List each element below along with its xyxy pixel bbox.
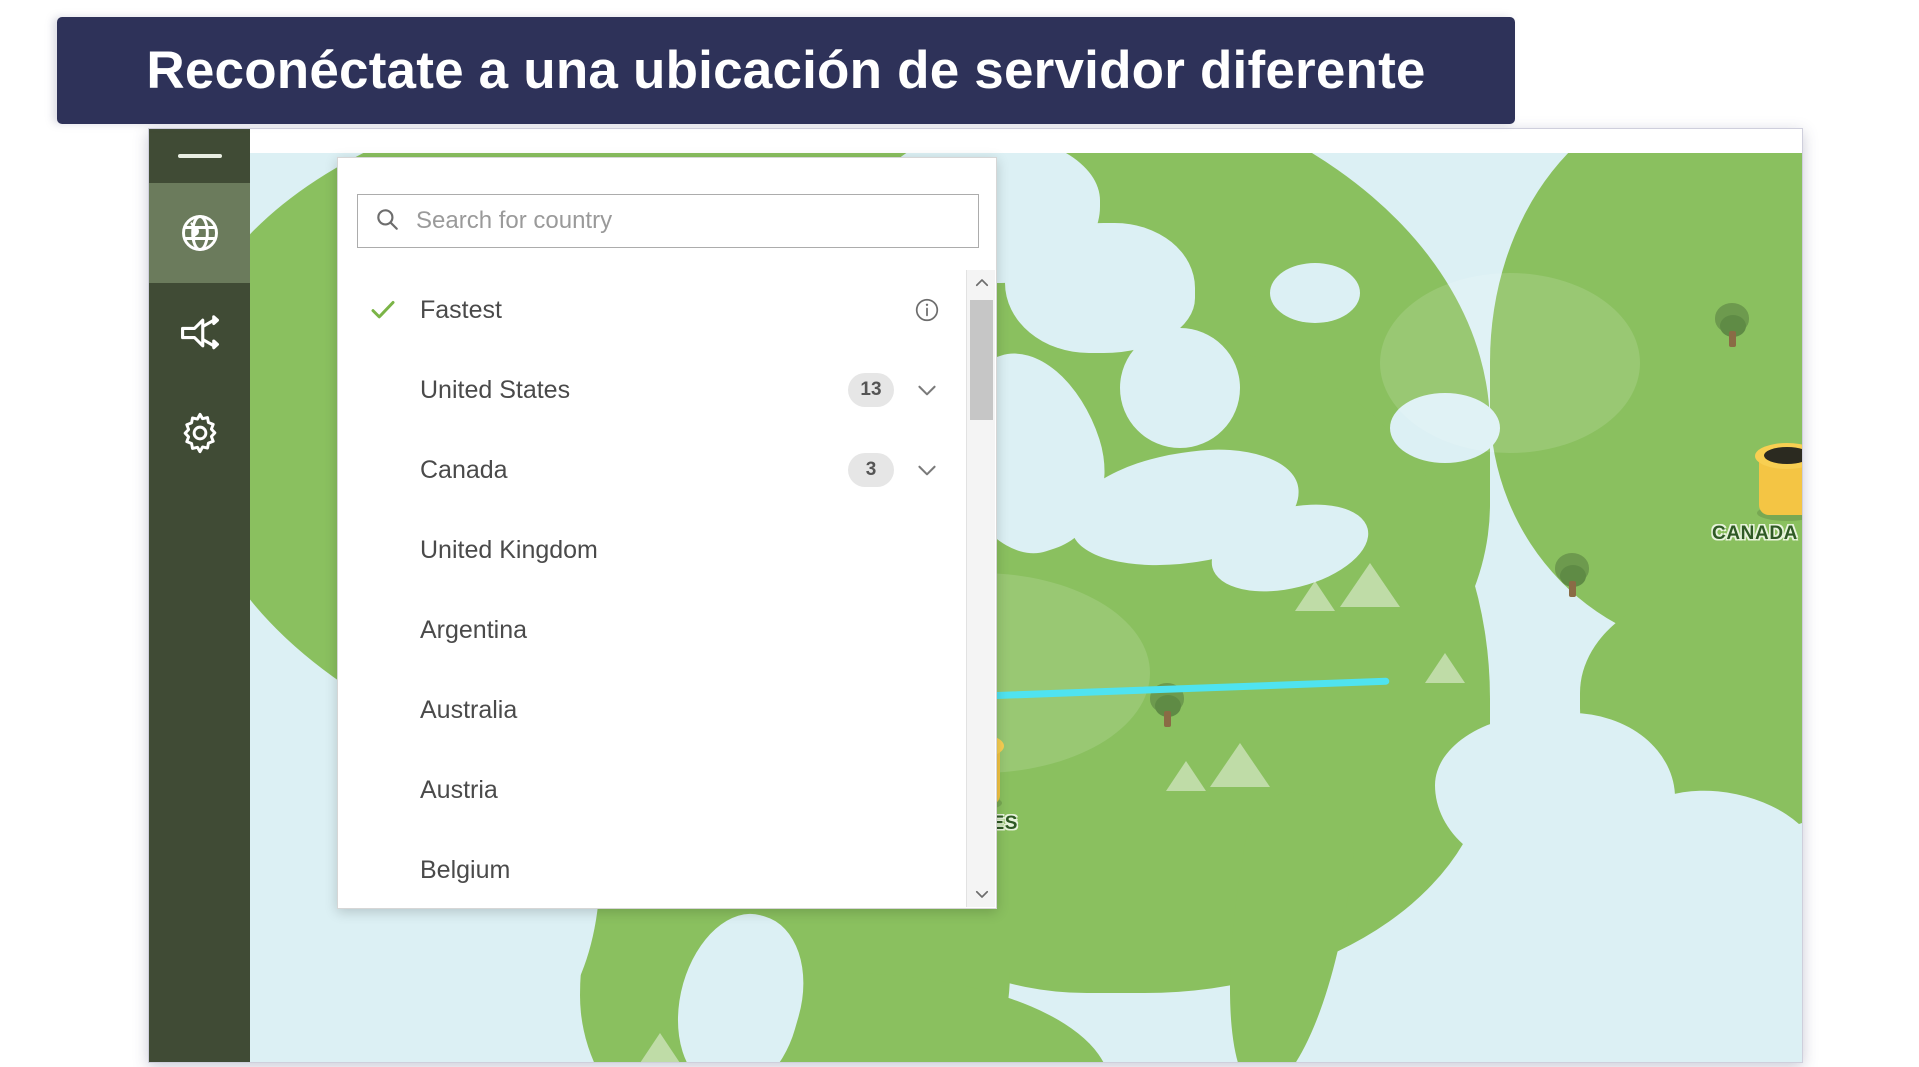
list-item-austria[interactable]: Austria: [338, 750, 966, 830]
search-icon: [374, 206, 400, 237]
scrollbar-thumb[interactable]: [970, 300, 993, 420]
instruction-banner: Reconéctate a una ubicación de servidor …: [57, 17, 1515, 124]
list-item-label: United States: [420, 375, 571, 404]
app-sidebar: [149, 129, 250, 1062]
globe-icon: [178, 211, 222, 255]
country-list: Fastest United States 13 Canada 3 United…: [338, 270, 966, 892]
mountain-icon: [1210, 743, 1270, 787]
water-body: [1120, 328, 1240, 448]
chevron-down-icon[interactable]: [910, 377, 944, 403]
list-item-fastest[interactable]: Fastest: [338, 270, 966, 350]
pipe-hole: [1764, 447, 1802, 464]
water-body: [1510, 873, 1670, 993]
pin-label-canada: CANADA: [1712, 523, 1798, 544]
hamburger-menu-button[interactable]: [149, 129, 250, 183]
search-input[interactable]: [416, 207, 962, 235]
gear-icon: [178, 411, 222, 455]
list-item-label: Argentina: [420, 615, 528, 644]
sidebar-item-settings[interactable]: [149, 383, 250, 483]
server-count-badge: 13: [848, 373, 894, 407]
list-item-label: United Kingdom: [420, 535, 598, 564]
terrain-shading: [1380, 273, 1640, 453]
water-body: [1270, 263, 1360, 323]
banner-text: Reconéctate a una ubicación de servidor …: [146, 41, 1426, 100]
scroll-up-button[interactable]: [967, 270, 996, 296]
sidebar-item-split-tunneling[interactable]: [149, 283, 250, 383]
list-item-united-states[interactable]: United States 13: [338, 350, 966, 430]
list-item-canada[interactable]: Canada 3: [338, 430, 966, 510]
list-item-argentina[interactable]: Argentina: [338, 590, 966, 670]
split-tunnel-icon: [178, 311, 222, 355]
sidebar-item-locations[interactable]: [149, 183, 250, 283]
info-icon[interactable]: [910, 297, 944, 323]
chevron-down-icon[interactable]: [910, 457, 944, 483]
country-list-scrollbar[interactable]: [966, 270, 995, 907]
list-item-australia[interactable]: Australia: [338, 670, 966, 750]
list-item-label: Belgium: [420, 855, 511, 884]
list-item-label: Canada: [420, 455, 508, 484]
list-item-label: Austria: [420, 775, 498, 804]
mountain-icon: [640, 1033, 680, 1062]
hamburger-icon: [177, 154, 222, 158]
server-count-badge: 3: [848, 453, 894, 487]
list-item-label: Australia: [420, 695, 518, 724]
check-icon: [368, 295, 420, 325]
mountain-icon: [1425, 653, 1465, 683]
mountain-icon: [1166, 761, 1206, 791]
list-item-belgium[interactable]: Belgium: [338, 830, 966, 892]
list-item-label: Fastest: [420, 295, 502, 324]
country-selector-dropdown: Fastest United States 13: [337, 157, 997, 909]
mountain-icon: [1295, 581, 1335, 611]
search-field[interactable]: [357, 194, 979, 248]
screenshot-root: CANADA UNITED STATES: [0, 0, 1919, 1067]
list-item-united-kingdom[interactable]: United Kingdom: [338, 510, 966, 590]
vpn-app-window: CANADA UNITED STATES: [148, 128, 1803, 1063]
mountain-icon: [1340, 563, 1400, 607]
scroll-down-button[interactable]: [967, 881, 996, 907]
